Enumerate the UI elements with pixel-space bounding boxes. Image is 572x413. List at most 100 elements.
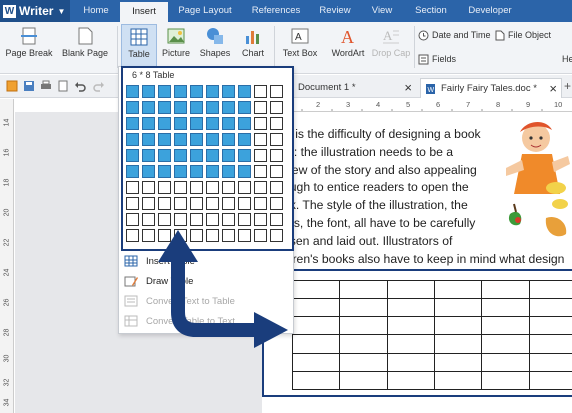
table-grid-cell[interactable] [238,165,251,178]
menu-insert[interactable]: Insert [120,0,168,22]
table-grid-cell[interactable] [158,149,171,162]
table-grid-cell[interactable] [142,149,155,162]
table-grid-cell[interactable] [174,149,187,162]
table-grid-cell[interactable] [270,85,283,98]
table-grid-cell[interactable] [158,133,171,146]
table-grid-cell[interactable] [142,133,155,146]
table-button[interactable]: Table [121,24,157,70]
table-grid-cell[interactable] [206,149,219,162]
table-grid-cell[interactable] [222,197,235,210]
menu-page-layout[interactable]: Page Layout [170,0,240,22]
table-grid-cell[interactable] [190,101,203,114]
table-grid-cell[interactable] [190,117,203,130]
table-grid-cell[interactable] [270,101,283,114]
table-grid-cell[interactable] [270,117,283,130]
table-grid-cell[interactable] [254,101,267,114]
table-grid-cell[interactable] [206,117,219,130]
save-icon[interactable] [23,79,35,91]
table-grid-cell[interactable] [222,149,235,162]
table-grid-cell[interactable] [158,181,171,194]
table-grid-cell[interactable] [174,133,187,146]
table-grid-cell[interactable] [190,165,203,178]
table-grid-cell[interactable] [254,133,267,146]
menu-references[interactable]: References [244,0,308,22]
wordart-button[interactable]: A WordArt [328,24,368,70]
close-icon[interactable]: × [549,79,557,99]
table-grid-cell[interactable] [238,149,251,162]
menu-view[interactable]: View [362,0,402,22]
table-grid-cell[interactable] [158,101,171,114]
table-grid-cell[interactable] [238,117,251,130]
table-grid-cell[interactable] [254,181,267,194]
table-grid-cell[interactable] [222,85,235,98]
blank-page-button[interactable]: Blank Page [56,24,114,70]
table-grid-cell[interactable] [174,85,187,98]
app-menu-button[interactable]: W Writer ▼ [0,0,70,22]
table-grid-cell[interactable] [126,229,139,242]
table-grid-cell[interactable] [206,101,219,114]
table-grid-cell[interactable] [126,117,139,130]
table-grid-cell[interactable] [206,197,219,210]
file-object-button[interactable]: File Object [494,28,551,42]
new-tab-icon[interactable]: + [564,79,571,93]
table-grid-cell[interactable] [142,165,155,178]
table-grid-cell[interactable] [126,213,139,226]
text-box-button[interactable]: A Text Box [279,24,321,70]
table-grid-cell[interactable] [190,149,203,162]
table-grid-cell[interactable] [270,165,283,178]
page-break-button[interactable]: Page Break [4,24,54,70]
table-grid-cell[interactable] [222,133,235,146]
table-grid-cell[interactable] [126,101,139,114]
table-grid-cell[interactable] [270,181,283,194]
table-grid-cell[interactable] [190,181,203,194]
table-grid-cell[interactable] [254,165,267,178]
table-grid-cell[interactable] [174,165,187,178]
table-grid-cell[interactable] [174,181,187,194]
table-grid-cell[interactable] [174,197,187,210]
menu-developer[interactable]: Developer [460,0,520,22]
menu-review[interactable]: Review [312,0,358,22]
undo-icon[interactable] [74,79,86,92]
table-grid-cell[interactable] [222,101,235,114]
table-grid-cell[interactable] [238,85,251,98]
table-grid-cell[interactable] [142,101,155,114]
table-grid-cell[interactable] [254,117,267,130]
table-grid-cell[interactable] [142,181,155,194]
drop-cap-button[interactable]: A Drop Cap [370,24,412,70]
table-grid-cell[interactable] [190,197,203,210]
table-grid-cell[interactable] [142,85,155,98]
table-grid-cell[interactable] [254,197,267,210]
chart-button[interactable]: Chart [238,24,268,70]
table-grid-cell[interactable] [158,165,171,178]
table-grid-cell[interactable] [222,165,235,178]
date-time-button[interactable]: Date and Time [418,28,491,42]
table-grid-cell[interactable] [206,181,219,194]
new-doc-icon[interactable] [6,79,18,92]
table-grid-cell[interactable] [142,117,155,130]
table-grid-cell[interactable] [254,85,267,98]
table-grid-cell[interactable] [126,165,139,178]
print-preview-icon[interactable] [57,79,69,92]
table-grid-cell[interactable] [206,85,219,98]
table-grid-cell[interactable] [126,181,139,194]
table-grid-cell[interactable] [270,197,283,210]
table-grid-cell[interactable] [238,181,251,194]
table-grid-cell[interactable] [126,85,139,98]
table-grid-cell[interactable] [174,117,187,130]
table-grid-cell[interactable] [254,149,267,162]
table-grid-cell[interactable] [206,133,219,146]
table-grid-cell[interactable] [190,133,203,146]
tab-document-1[interactable]: Document 1 * × [294,78,416,98]
table-grid-cell[interactable] [126,149,139,162]
table-grid-cell[interactable] [238,101,251,114]
table-grid-cell[interactable] [270,133,283,146]
table-grid-cell[interactable] [142,197,155,210]
table-grid-cell[interactable] [190,85,203,98]
picture-button[interactable]: Picture [160,24,192,70]
table-grid-cell[interactable] [206,165,219,178]
close-icon[interactable]: × [404,78,412,98]
table-grid-cell[interactable] [238,197,251,210]
table-grid-cell[interactable] [158,117,171,130]
table-grid-cell[interactable] [174,101,187,114]
table-grid-cell[interactable] [238,133,251,146]
